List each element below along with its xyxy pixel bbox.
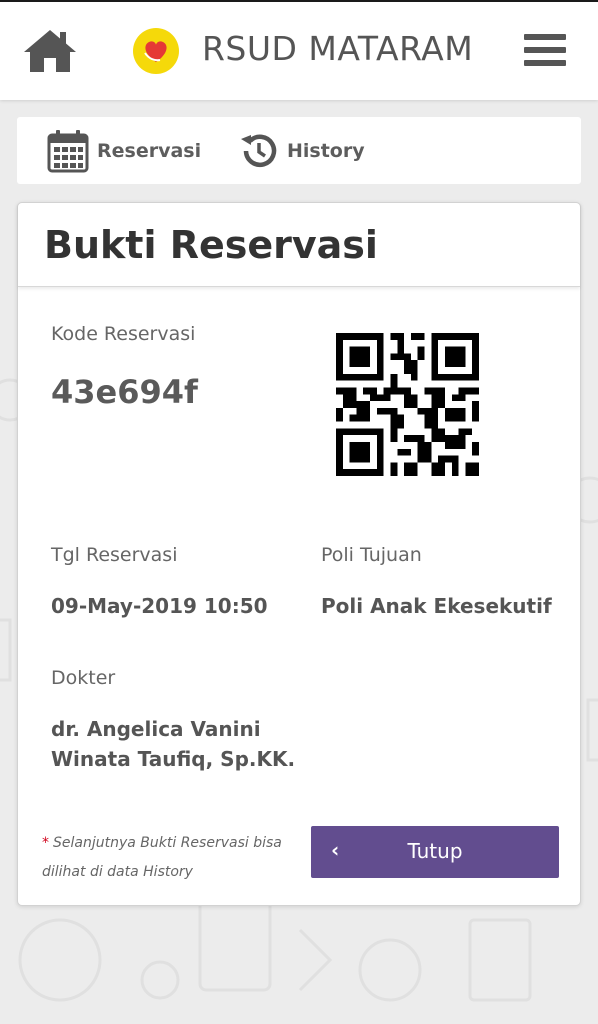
app-brand-title: RSUD MATARAM bbox=[202, 29, 474, 68]
clinic-label: Poli Tujuan bbox=[321, 544, 422, 566]
home-icon bbox=[24, 30, 76, 72]
tab-bar: Reservasi History bbox=[17, 117, 581, 184]
note-line2: dilihat di data History bbox=[42, 864, 193, 880]
hamburger-menu-icon bbox=[524, 34, 566, 40]
hospital-logo bbox=[132, 27, 180, 75]
page-title: Bukti Reservasi bbox=[44, 223, 378, 267]
hamburger-menu-icon-bar bbox=[524, 60, 566, 66]
history-icon bbox=[241, 134, 277, 168]
tab-history[interactable]: History bbox=[239, 129, 365, 173]
doctor-name-line2: Winata Taufiq, Sp.KK. bbox=[51, 747, 296, 771]
heart-hands-logo bbox=[133, 28, 179, 74]
clinic-value: Poli Anak Ekesekutif bbox=[321, 594, 552, 618]
calendar-icon bbox=[47, 130, 89, 173]
reservation-code-value: 43e694f bbox=[51, 373, 198, 411]
hamburger-menu-button[interactable] bbox=[524, 34, 566, 70]
note-line1: Selanjutnya Bukti Reservasi bisa bbox=[53, 835, 282, 851]
doctor-name-line1: dr. Angelica Vanini bbox=[51, 717, 261, 741]
card-header: Bukti Reservasi bbox=[18, 203, 580, 287]
reservation-date-value: 09-May-2019 10:50 bbox=[51, 594, 268, 618]
reservation-code-label: Kode Reservasi bbox=[51, 323, 196, 345]
tab-reservasi-label: Reservasi bbox=[97, 140, 202, 162]
reservation-date-label: Tgl Reservasi bbox=[51, 544, 178, 566]
tab-history-label: History bbox=[287, 140, 365, 162]
top-app-bar: RSUD MATARAM bbox=[0, 0, 598, 100]
close-button-label: Tutup bbox=[407, 839, 463, 863]
required-star: * bbox=[42, 835, 49, 851]
hamburger-menu-icon-bar bbox=[524, 47, 566, 53]
qr-code bbox=[336, 333, 479, 476]
doctor-label: Dokter bbox=[51, 667, 116, 689]
history-note: * Selanjutnya Bukti Reservasi bisa diliha… bbox=[42, 829, 302, 887]
reservation-card: Bukti Reservasi Kode Reservasi 43e694f T… bbox=[17, 202, 581, 906]
home-button[interactable] bbox=[22, 28, 78, 74]
close-button[interactable]: ‹ Tutup bbox=[311, 826, 559, 878]
tab-reservasi[interactable]: Reservasi bbox=[47, 129, 201, 173]
